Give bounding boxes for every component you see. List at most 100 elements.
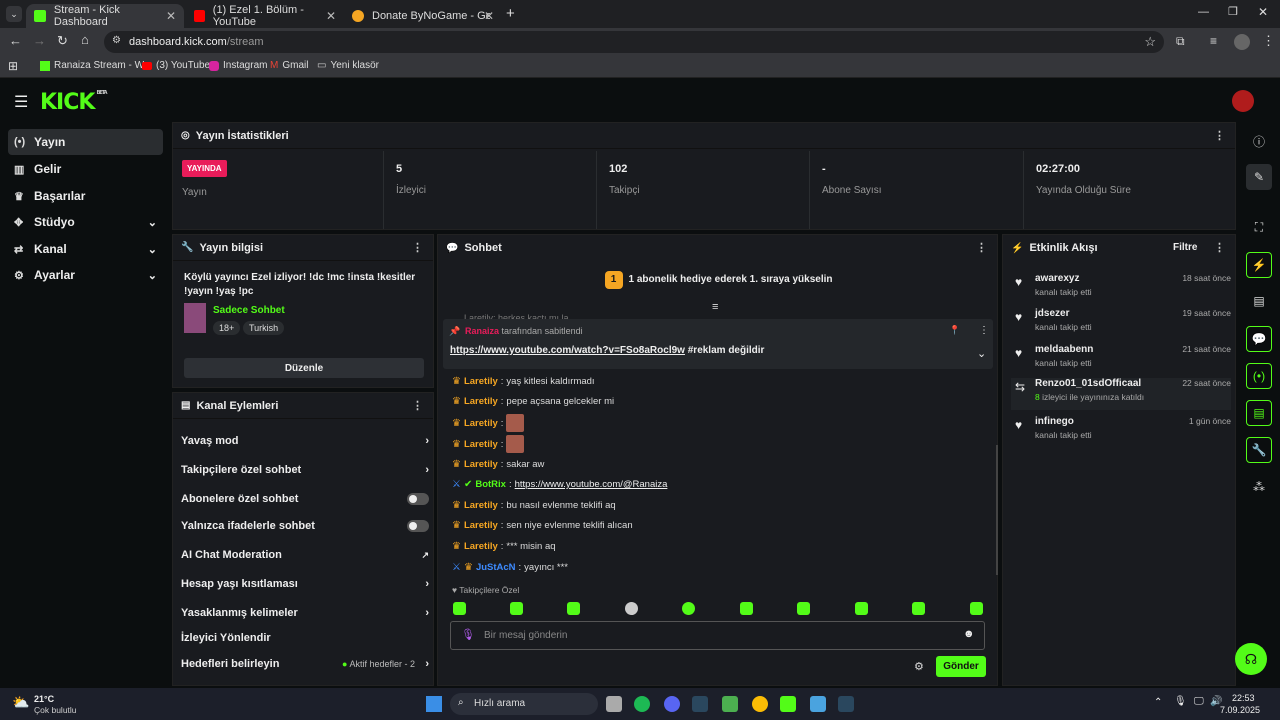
emote-7[interactable] — [797, 602, 810, 615]
wrench-rail-icon[interactable]: 🔧 — [1246, 437, 1272, 463]
emote-10[interactable] — [970, 602, 983, 615]
bookmark-youtube[interactable]: (3) YouTube — [142, 60, 210, 71]
app-icon[interactable] — [810, 696, 826, 712]
activity-username[interactable]: infinego — [1035, 416, 1074, 427]
windows-start-icon[interactable] — [426, 696, 442, 712]
more-options-icon[interactable]: ⋮ — [412, 241, 423, 254]
url-input[interactable]: ⚙ dashboard.kick.com/stream ☆ — [104, 31, 1164, 53]
more-options-icon[interactable]: ⋮ — [1214, 241, 1225, 254]
close-icon[interactable]: ✕ — [326, 9, 336, 23]
followers-only-chat[interactable]: Takipçilere özel sohbet › — [181, 460, 429, 480]
edit-button[interactable]: Düzenle — [184, 358, 424, 378]
chat-username[interactable]: Laretily — [464, 500, 498, 511]
activity-username[interactable]: Renzo01_01sdOfficaal — [1035, 378, 1141, 389]
filter-button[interactable]: Filtre — [1173, 242, 1197, 253]
info-icon[interactable]: ⓘ — [1246, 128, 1272, 154]
more-options-icon[interactable]: ⋮ — [412, 399, 423, 412]
chat-rail-icon[interactable]: 💬 — [1246, 326, 1272, 352]
site-info-icon[interactable]: ⚙ — [112, 35, 121, 46]
home-icon[interactable]: ⌂ — [81, 32, 89, 47]
sidebar-item-basarilar[interactable]: ♛ Başarılar — [8, 183, 163, 209]
close-icon[interactable]: ✕ — [166, 9, 176, 23]
network-icon[interactable]: 🖵 — [1194, 696, 1204, 707]
close-icon[interactable]: ✕ — [484, 9, 494, 23]
clock-date[interactable]: 7.09.2025 — [1220, 705, 1260, 715]
bookmark-ranaiza[interactable]: Ranaiza Stream - W... — [40, 60, 152, 71]
bookmark-star-icon[interactable]: ☆ — [1144, 34, 1156, 50]
chat-username[interactable]: Laretily — [464, 541, 498, 552]
pin-toggle-icon[interactable]: 📍 — [949, 325, 960, 336]
chat-link[interactable]: https://www.youtube.com/@Ranaiza — [515, 479, 668, 490]
emoji-icon[interactable]: ☻ — [963, 628, 975, 640]
emotes-only-toggle[interactable] — [407, 520, 429, 532]
activity-rail-icon[interactable]: ⚡ — [1246, 252, 1272, 278]
steam-2-icon[interactable] — [838, 696, 854, 712]
chrome-icon[interactable] — [752, 696, 768, 712]
taskbar-search[interactable]: ⌕ Hızlı arama — [450, 693, 598, 715]
subscribers-only-toggle[interactable] — [407, 493, 429, 505]
back-icon[interactable]: ← — [9, 33, 22, 48]
bookmark-instagram[interactable]: Instagram — [209, 60, 267, 71]
tab-donate[interactable]: Donate ByNoGame - Gelen/Gi ✕ — [344, 4, 502, 28]
minimize-icon[interactable]: — — [1198, 6, 1209, 18]
maximize-icon[interactable]: ❐ — [1228, 5, 1238, 18]
kick-app-icon[interactable] — [780, 696, 796, 712]
file-explorer-icon[interactable] — [606, 696, 622, 712]
chat-scrollbar[interactable] — [996, 445, 998, 575]
more-options-icon[interactable]: ⋮ — [1214, 129, 1225, 142]
bookmark-gmail[interactable]: M Gmail — [270, 60, 308, 71]
mic-tray-icon[interactable]: 🎙 — [1174, 696, 1187, 707]
tab-kick-dashboard[interactable]: Stream - Kick Dashboard ✕ — [26, 4, 184, 28]
broadcast-rail-icon[interactable]: (•) — [1246, 363, 1272, 389]
pinned-collapse-icon[interactable]: ≡ — [712, 301, 718, 313]
reading-list-icon[interactable]: ≡ — [1210, 34, 1217, 48]
emote-6[interactable] — [740, 602, 753, 615]
window-close-icon[interactable]: ✕ — [1258, 5, 1268, 19]
banned-words[interactable]: Yasaklanmış kelimeler › — [181, 603, 429, 623]
chat-username[interactable]: Laretily — [464, 396, 498, 407]
screenshot-icon[interactable]: ⛶ — [1246, 214, 1272, 240]
kick-logo[interactable]: KICK BETA — [40, 90, 108, 115]
forward-icon[interactable]: → — [33, 33, 46, 48]
activity-username[interactable]: meldaabenn — [1035, 344, 1093, 355]
emote-2[interactable] — [510, 602, 523, 615]
clock-time[interactable]: 22:53 — [1232, 693, 1255, 703]
chat-username[interactable]: Laretily — [464, 459, 498, 470]
minecraft-icon[interactable] — [722, 696, 738, 712]
slow-mode[interactable]: Yavaş mod › — [181, 431, 429, 451]
reload-icon[interactable]: ↻ — [57, 33, 68, 49]
sidebar-item-studyo[interactable]: ✥ Stüdyo ⌄ — [8, 209, 163, 235]
set-goals[interactable]: Hedefleri belirleyin ● Aktif hedefler - … — [181, 654, 429, 674]
emote-1[interactable] — [453, 602, 466, 615]
account-age-restriction[interactable]: Hesap yaşı kısıtlaması › — [181, 574, 429, 594]
weather-icon[interactable]: ⛅ — [12, 694, 29, 711]
emote-9[interactable] — [912, 602, 925, 615]
edit-icon[interactable]: ✎ — [1246, 164, 1272, 190]
user-avatar[interactable] — [1232, 90, 1254, 112]
spotify-icon[interactable] — [634, 696, 650, 712]
activity-username[interactable]: jdsezer — [1035, 308, 1069, 319]
sidebar-item-kanal[interactable]: ⇄ Kanal ⌄ — [8, 236, 163, 262]
steam-icon[interactable] — [692, 696, 708, 712]
pinned-link[interactable]: https://www.youtube.com/watch?v=FSo8aRoc… — [450, 345, 685, 356]
category-link[interactable]: Sadece Sohbet — [213, 305, 285, 316]
emote-8[interactable] — [855, 602, 868, 615]
gift-banner[interactable]: 1 1 abonelik hediye ederek 1. sıraya yüks… — [438, 271, 999, 289]
extensions-icon[interactable]: ⧉ — [1176, 34, 1185, 49]
tab-youtube[interactable]: (1) Ezel 1. Bölüm - YouTube ✕ — [186, 4, 344, 28]
chat-username[interactable]: BotRix — [475, 479, 506, 490]
chat-settings-icon[interactable]: ⚙ — [914, 660, 924, 673]
chat-username[interactable]: JuStAcN — [476, 562, 516, 573]
profile-avatar[interactable] — [1234, 34, 1250, 50]
document-icon[interactable]: ▤ — [1246, 288, 1272, 314]
mic-icon[interactable]: 🎙 — [461, 628, 475, 641]
activity-username[interactable]: awarexyz — [1035, 273, 1079, 284]
support-headset-icon[interactable]: ☊ — [1235, 643, 1267, 675]
new-tab-icon[interactable]: + — [506, 5, 515, 22]
discord-icon[interactable] — [664, 696, 680, 712]
more-options-icon[interactable]: ⋮ — [976, 241, 987, 254]
emote-4[interactable] — [625, 602, 638, 615]
chevron-down-icon[interactable]: ⌄ — [977, 347, 986, 360]
hamburger-menu-icon[interactable]: ☰ — [14, 92, 28, 112]
more-options-icon[interactable]: ⋮ — [979, 325, 989, 336]
